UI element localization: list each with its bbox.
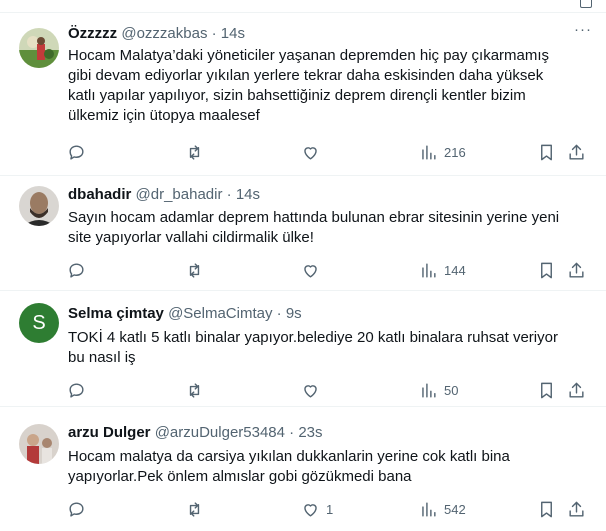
retweet-icon (189, 262, 200, 278)
view-count: 50 (444, 382, 459, 398)
bookmark-button[interactable] (537, 141, 556, 163)
share-icon (569, 262, 584, 278)
tweet[interactable]: arzu Dulger @arzuDulger53484 · 23s Hocam… (0, 407, 606, 531)
heart-icon (304, 146, 317, 160)
action-bar: 50 (0, 379, 606, 401)
tweet-text: Hocam malatya da carsiya yıkılan dukkanl… (68, 447, 588, 487)
share-button[interactable] (567, 379, 586, 401)
text-line: site yapıyorlar vallahi cildirmalik ülke… (68, 229, 314, 246)
bookmark-icon (541, 262, 552, 278)
views-button[interactable]: 216 (419, 141, 466, 163)
share-button[interactable] (567, 141, 586, 163)
bookmark-button[interactable] (537, 259, 556, 281)
reply-button[interactable] (67, 141, 92, 163)
view-count: 144 (444, 262, 466, 278)
bookmark-icon (541, 501, 552, 517)
action-bar: 144 (0, 259, 606, 281)
reply-button[interactable] (67, 498, 92, 520)
analytics-icon (422, 501, 436, 517)
previous-tweet-divider (0, 0, 606, 13)
action-bar: 216 (0, 141, 606, 163)
like-button[interactable] (301, 141, 326, 163)
views-button[interactable]: 542 (419, 498, 466, 520)
reply-icon (69, 144, 84, 160)
text-line: ülkemiz için ütopya maalesef (68, 107, 260, 124)
avatar[interactable] (19, 424, 59, 464)
avatar-letter: S (32, 311, 46, 334)
retweet-button[interactable] (185, 379, 210, 401)
text-line: TOKİ 4 katlı 5 katlı binalar yapıyor.bel… (68, 329, 558, 346)
view-count: 542 (444, 501, 466, 517)
avatar[interactable] (19, 186, 59, 226)
handle[interactable]: @ozzzakbas (121, 25, 207, 42)
text-line: Hocam malatya da carsiya yıkılan dukkanl… (68, 448, 510, 465)
share-icon (569, 382, 584, 398)
reply-button[interactable] (67, 259, 92, 281)
bookmark-icon (541, 382, 552, 398)
tweet[interactable]: S Selma çimtay @SelmaCimtay · 9s TOKİ 4 … (0, 291, 606, 407)
display-name[interactable]: arzu Dulger (68, 424, 151, 441)
tweet-text: Hocam Malatya’daki yöneticiler yaşanan d… (68, 46, 588, 126)
heart-icon (304, 384, 317, 398)
bookmark-icon (541, 144, 552, 160)
like-button[interactable]: 1 (301, 498, 333, 520)
retweet-button[interactable] (185, 259, 210, 281)
reply-icon (69, 382, 84, 398)
views-button[interactable]: 144 (419, 259, 466, 281)
heart-icon (304, 503, 317, 517)
bookmark-button[interactable] (537, 498, 556, 520)
share-button[interactable] (567, 259, 586, 281)
text-line: katlı yapılar yapılıyor, sizin bahsettiğ… (68, 87, 526, 104)
view-count: 216 (444, 144, 466, 160)
analytics-icon (422, 144, 436, 160)
timestamp[interactable]: 14s (221, 25, 245, 42)
retweet-icon (189, 501, 200, 517)
text-line: bu nasıl iş (68, 349, 136, 366)
tweet-text: TOKİ 4 katlı 5 katlı binalar yapıyor.bel… (68, 328, 588, 368)
handle[interactable]: @SelmaCimtay (168, 305, 272, 322)
text-line: gibi devam ediyorlar yıkılan yerlere tek… (68, 67, 544, 84)
retweet-icon (189, 144, 200, 160)
separator: · (276, 305, 282, 322)
avatar[interactable]: S (19, 303, 59, 343)
analytics-icon (422, 262, 436, 278)
views-button[interactable]: 50 (419, 379, 458, 401)
tweet-text: Sayın hocam adamlar deprem hattında bulu… (68, 208, 588, 248)
retweet-icon (189, 382, 200, 398)
separator: · (289, 424, 295, 441)
separator: · (226, 186, 232, 203)
analytics-icon (422, 382, 436, 398)
display-name[interactable]: Özzzzz (68, 25, 117, 42)
reply-button[interactable] (67, 379, 92, 401)
avatar[interactable] (19, 28, 59, 68)
display-name[interactable]: dbahadir (68, 186, 131, 203)
truncated-icon (580, 0, 592, 8)
handle[interactable]: @arzuDulger53484 (155, 424, 285, 441)
like-count: 1 (326, 501, 334, 517)
share-button[interactable] (567, 498, 586, 520)
timestamp[interactable]: 9s (286, 305, 302, 322)
handle[interactable]: @dr_bahadir (136, 186, 223, 203)
text-line: Hocam Malatya’daki yöneticiler yaşanan d… (68, 47, 550, 64)
action-bar: 1 542 (0, 498, 606, 520)
reply-icon (69, 262, 84, 278)
reply-icon (69, 501, 84, 517)
separator: · (211, 25, 217, 42)
more-options-icon[interactable]: ··· (574, 21, 592, 38)
text-line: Sayın hocam adamlar deprem hattında bulu… (68, 209, 560, 226)
share-icon (569, 501, 584, 517)
like-button[interactable] (301, 259, 326, 281)
share-icon (569, 144, 584, 160)
display-name[interactable]: Selma çimtay (68, 305, 164, 322)
timestamp[interactable]: 14s (236, 186, 260, 203)
tweet[interactable]: dbahadir @dr_bahadir · 14s Sayın hocam a… (0, 176, 606, 291)
tweet[interactable]: Özzzzz @ozzzakbas · 14s ··· Hocam Malaty… (0, 13, 606, 176)
bookmark-button[interactable] (537, 379, 556, 401)
like-button[interactable] (301, 379, 326, 401)
timestamp[interactable]: 23s (298, 424, 322, 441)
retweet-button[interactable] (185, 141, 210, 163)
heart-icon (304, 264, 317, 278)
retweet-button[interactable] (185, 498, 210, 520)
text-line: yapıyorlar.Pek önlem almıslar gobi gözük… (68, 468, 412, 485)
